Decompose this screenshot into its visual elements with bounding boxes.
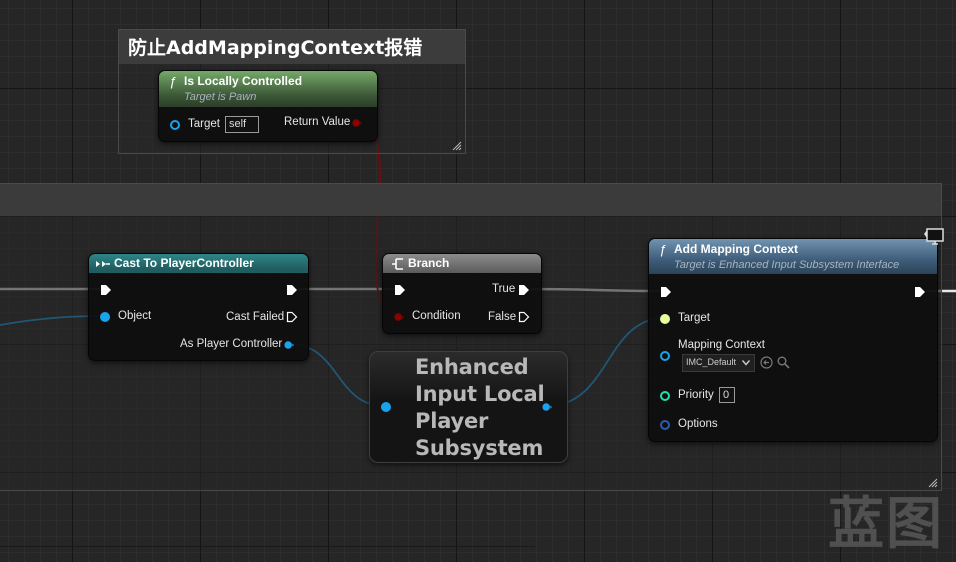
mapping-context-dropdown[interactable]: IMC_Default <box>682 354 755 372</box>
as-player-controller-label: As Player Controller <box>180 338 283 350</box>
branch-icon <box>392 258 403 270</box>
comment-title-main[interactable] <box>0 184 941 216</box>
node-subtitle: Target is Enhanced Input Subsystem Inter… <box>674 259 900 271</box>
resize-grip-icon[interactable] <box>452 141 462 151</box>
target-label: Target <box>678 312 710 324</box>
node-header: Branch <box>383 254 541 273</box>
exec-out-pin[interactable] <box>286 284 298 296</box>
cast-failed-pin[interactable] <box>286 311 298 323</box>
priority-pin[interactable] <box>660 391 670 401</box>
subsystem-out-pin[interactable] <box>542 402 552 412</box>
title-line-1: Enhanced <box>415 355 529 379</box>
dropdown-arrow-icon <box>742 360 750 366</box>
add-mapping-context-node[interactable]: ƒ Add Mapping Context Target is Enhanced… <box>648 228 944 442</box>
node-title: Is Locally Controlled <box>184 74 303 88</box>
as-player-controller-pin[interactable] <box>284 340 294 350</box>
options-pin[interactable] <box>660 420 670 430</box>
subsystem-in-pin[interactable] <box>381 402 391 412</box>
true-label: True <box>492 283 516 295</box>
condition-label: Condition <box>412 310 461 322</box>
false-label: False <box>488 311 517 323</box>
node-title: Branch <box>408 256 450 270</box>
node-subtitle: Target is Pawn <box>184 91 257 103</box>
cast-icon <box>96 261 110 267</box>
resize-grip-icon[interactable] <box>928 478 938 488</box>
cast-to-playercontroller-node[interactable]: Cast To PlayerController Object Cast Fai… <box>88 253 309 361</box>
target-self-input[interactable]: self <box>225 116 259 133</box>
node-header: ƒ Add Mapping Context Target is Enhanced… <box>649 239 937 274</box>
search-icon[interactable] <box>777 356 790 369</box>
exec-out-pin[interactable] <box>914 286 926 298</box>
exec-in-pin[interactable] <box>660 286 672 298</box>
target-pin[interactable] <box>660 314 670 324</box>
function-icon: ƒ <box>169 74 177 89</box>
function-icon: ƒ <box>659 242 667 257</box>
title-line-3: Player <box>415 409 489 433</box>
monitor-icon <box>924 228 944 245</box>
enhanced-input-subsystem-node[interactable]: Enhanced Input Local Player Subsystem <box>369 351 568 463</box>
cast-failed-label: Cast Failed <box>226 311 285 323</box>
browse-icon[interactable] <box>760 356 773 369</box>
priority-input[interactable]: 0 <box>719 387 735 403</box>
true-exec-pin[interactable] <box>518 284 530 296</box>
object-pin[interactable] <box>100 312 110 322</box>
false-exec-pin[interactable] <box>518 311 530 323</box>
priority-label: Priority <box>678 389 714 401</box>
object-label: Object <box>118 310 152 322</box>
exec-in-pin[interactable] <box>394 284 406 296</box>
return-value-pin[interactable] <box>352 118 362 128</box>
options-label: Options <box>678 418 718 430</box>
title-line-2: Input Local <box>415 382 545 406</box>
node-header: ƒ Is Locally Controlled Target is Pawn <box>159 71 377 107</box>
node-title: Add Mapping Context <box>674 242 798 256</box>
node-title: Enhanced Input Local Player Subsystem <box>415 354 545 462</box>
exec-in-pin[interactable] <box>100 284 112 296</box>
target-label: Target <box>188 118 220 130</box>
branch-node[interactable]: Branch True Condition False <box>382 253 542 334</box>
return-value-label: Return Value <box>284 116 351 128</box>
mapping-context-label: Mapping Context <box>678 339 765 351</box>
node-title: Cast To PlayerController <box>114 256 254 270</box>
title-line-4: Subsystem <box>415 436 544 460</box>
target-pin[interactable] <box>170 120 180 130</box>
watermark: 蓝图 <box>828 492 944 557</box>
divider <box>0 546 535 547</box>
condition-pin[interactable] <box>394 312 404 322</box>
comment-title[interactable]: 防止AddMappingContext报错 <box>119 30 465 64</box>
mapping-context-pin[interactable] <box>660 351 670 361</box>
mapping-context-value: IMC_Default <box>686 357 737 367</box>
node-header: Cast To PlayerController <box>89 254 308 273</box>
is-locally-controlled-node[interactable]: ƒ Is Locally Controlled Target is Pawn T… <box>158 70 378 142</box>
